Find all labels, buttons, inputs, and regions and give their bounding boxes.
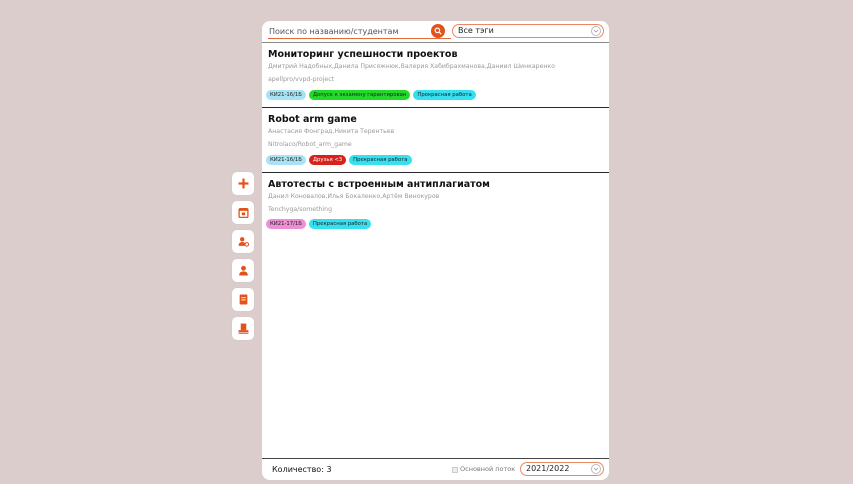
project-repo-link[interactable]: Nitrolaco/Robot_arm_game — [268, 141, 352, 148]
tag-badge[interactable]: КИ21-16/1Б — [266, 155, 306, 165]
year-select[interactable]: 2021/2022 — [520, 462, 604, 476]
user-settings-icon — [238, 237, 249, 247]
plus-icon — [238, 178, 248, 189]
project-repo-link[interactable]: Tenchyga/something — [268, 206, 332, 213]
main-stream-label: Основной поток — [460, 465, 516, 473]
search-input[interactable] — [268, 24, 451, 39]
search-icon — [434, 27, 442, 35]
chevron-down-icon — [591, 26, 601, 36]
project-title: Мониторинг успешности проектов — [268, 49, 458, 60]
project-card[interactable]: Robot arm game Анастасия Фонград,Никита … — [262, 108, 609, 173]
project-title: Автотесты с встроенным антиплагиатом — [268, 179, 490, 190]
left-toolbar — [232, 172, 254, 340]
project-card[interactable]: Автотесты с встроенным антиплагиатом Дан… — [262, 173, 609, 235]
project-students: Анастасия Фонград,Никита Терентьев — [268, 128, 395, 135]
year-select-value: 2021/2022 — [526, 464, 570, 473]
tag-badge[interactable]: Прекрасная работа — [349, 155, 412, 165]
project-title: Robot arm game — [268, 114, 357, 125]
calendar-icon — [237, 207, 249, 218]
tag-badge[interactable]: Прекрасная работа — [413, 90, 476, 100]
tags-filter-select[interactable]: Все тэги — [452, 24, 604, 38]
search-bar: Все тэги — [262, 21, 609, 43]
tag-badge[interactable]: Прекрасная работа — [308, 219, 372, 229]
tag-badge[interactable]: КИ21-16/1Б — [266, 90, 306, 100]
chevron-down-icon — [591, 464, 601, 474]
add-project-button[interactable] — [232, 172, 254, 195]
main-stream-checkbox[interactable] — [452, 467, 458, 473]
project-card[interactable]: Мониторинг успешности проектов Дмитрий Н… — [262, 43, 609, 108]
project-tags: КИ21-16/1Б Друзья <3 Прекрасная работа — [266, 155, 412, 165]
project-repo-link[interactable]: apellpro/vvpd-project — [268, 76, 334, 83]
tag-badge[interactable]: Друзья <3 — [308, 155, 347, 165]
project-students: Данил Коновалов,Илья Бокаленко,Артём Вин… — [268, 193, 440, 200]
calendar-button[interactable] — [232, 201, 254, 224]
project-count: Количество: 3 — [272, 465, 332, 474]
panel-footer: Количество: 3 Основной поток 2021/2022 — [262, 458, 609, 480]
project-tags: КИ21-16/1Б Допуск к экзамену гарантирова… — [266, 90, 476, 100]
stamp-button[interactable] — [232, 317, 254, 340]
stamp-icon — [238, 323, 248, 334]
projects-panel: Все тэги Мониторинг успешности проектов … — [262, 21, 609, 480]
user-icon — [238, 265, 248, 276]
document-button[interactable] — [232, 288, 254, 311]
user-button[interactable] — [232, 259, 254, 282]
tag-badge[interactable]: КИ21-17/1Б — [266, 219, 306, 229]
document-icon — [239, 294, 247, 305]
tag-badge[interactable]: Допуск к экзамену гарантирован — [308, 90, 411, 100]
user-settings-button[interactable] — [232, 230, 254, 253]
search-button[interactable] — [431, 24, 445, 38]
project-students: Дмитрий Надобных,Данила Присяжнюк,Валери… — [268, 63, 555, 70]
tags-filter-value: Все тэги — [458, 26, 494, 35]
project-tags: КИ21-17/1Б Прекрасная работа — [266, 219, 372, 229]
